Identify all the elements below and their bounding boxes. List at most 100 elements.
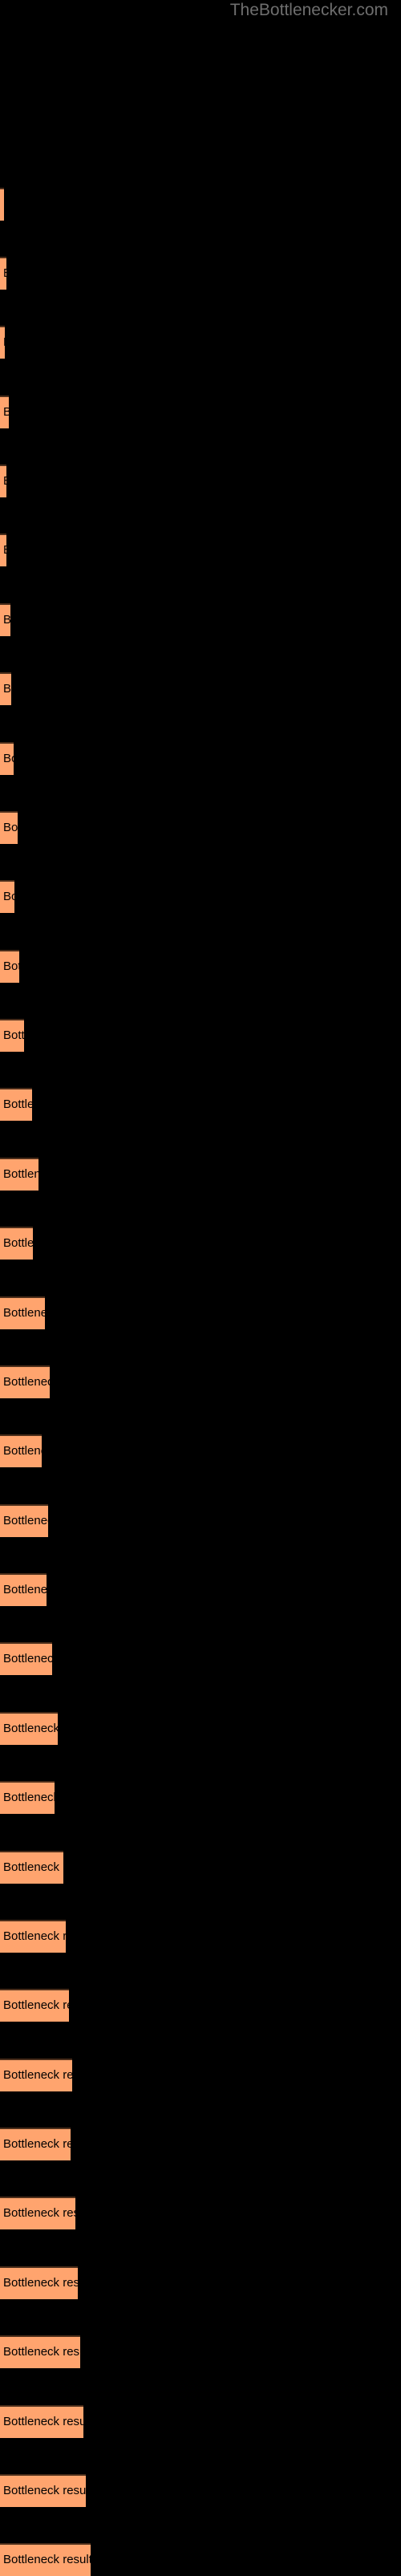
bar-fill[interactable] <box>0 464 6 497</box>
bar-clip: Bottleneck result <box>0 1573 47 1606</box>
bottleneck-bar-chart: Bottleneck result Bottleneck result Bottle… <box>0 0 401 2576</box>
bar-row[interactable]: Bottleneck result <box>0 1158 401 1191</box>
bar-fill[interactable] <box>0 1989 69 2022</box>
bar-clip: Bottleneck result <box>0 1920 66 1953</box>
bar-clip: Bottleneck result <box>0 2128 71 2160</box>
bar-fill[interactable] <box>0 1851 63 1884</box>
bar-fill[interactable] <box>0 1019 24 1052</box>
bar-clip: Bottleneck result <box>0 2405 83 2438</box>
bar-fill[interactable] <box>0 2059 72 2091</box>
bar-clip: Bottleneck result <box>0 2474 86 2507</box>
bar-fill[interactable] <box>0 1365 50 1398</box>
bar-fill[interactable] <box>0 1158 38 1191</box>
bar-fill[interactable] <box>0 1642 52 1675</box>
bar-clip: Bottleneck result <box>0 1296 45 1329</box>
bar-row[interactable]: Bottleneck result <box>0 1920 401 1953</box>
bar-fill[interactable] <box>0 1227 33 1260</box>
bar-clip: Bottleneck result <box>0 2197 75 2229</box>
bar-clip: Bottleneck result <box>0 396 9 428</box>
bar-fill[interactable] <box>0 533 6 566</box>
bar-fill[interactable] <box>0 1434 42 1467</box>
bar-fill[interactable] <box>0 2405 83 2438</box>
bar-row[interactable]: Bottleneck result <box>0 672 401 705</box>
bar-row[interactable]: Bottleneck result <box>0 811 401 844</box>
bar-fill[interactable] <box>0 188 4 221</box>
bar-clip: Bottleneck result <box>0 950 19 983</box>
bar-fill[interactable] <box>0 2335 80 2368</box>
bar-fill[interactable] <box>0 950 19 983</box>
bar-row[interactable]: Bottleneck result <box>0 2543 401 2576</box>
bar-fill[interactable] <box>0 1920 66 1953</box>
bar-fill[interactable] <box>0 2543 91 2576</box>
bar-row[interactable]: Bottleneck result <box>0 1434 401 1467</box>
bar-fill[interactable] <box>0 811 18 844</box>
bar-clip: Bottleneck result <box>0 1712 58 1745</box>
bar-clip: Bottleneck result <box>0 603 10 636</box>
bar-row[interactable]: Bottleneck result <box>0 1851 401 1884</box>
bar-fill[interactable] <box>0 2266 78 2299</box>
bar-clip: Bottleneck result <box>0 2335 80 2368</box>
bar-row[interactable]: Bottleneck result <box>0 1712 401 1745</box>
bar-clip: Bottleneck result <box>0 1019 24 1052</box>
bar-clip: Bottleneck result <box>0 742 14 775</box>
bar-fill[interactable] <box>0 2197 75 2229</box>
bar-clip: Bottleneck result <box>0 880 14 913</box>
bar-clip: Bottleneck result <box>0 464 6 497</box>
bar-fill[interactable] <box>0 1712 58 1745</box>
bar-clip: Bottleneck result <box>0 1642 52 1675</box>
bar-clip: Bottleneck result <box>0 2266 78 2299</box>
bar-row[interactable]: Bottleneck result <box>0 950 401 983</box>
bar-row[interactable]: Bottleneck result <box>0 188 401 221</box>
bar-fill[interactable] <box>0 2128 71 2160</box>
bar-row[interactable]: Bottleneck result <box>0 2266 401 2299</box>
bar-clip: Bottleneck result <box>0 188 4 221</box>
bar-clip: Bottleneck result <box>0 1365 50 1398</box>
bar-row[interactable]: Bottleneck result <box>0 2197 401 2229</box>
bar-clip: Bottleneck result <box>0 257 6 290</box>
bar-fill[interactable] <box>0 326 5 359</box>
bar-row[interactable]: Bottleneck result <box>0 603 401 636</box>
bar-fill[interactable] <box>0 2474 86 2507</box>
bar-fill[interactable] <box>0 672 11 705</box>
bar-row[interactable]: Bottleneck result <box>0 2474 401 2507</box>
bar-fill[interactable] <box>0 1088 32 1121</box>
bar-row[interactable]: Bottleneck result <box>0 464 401 497</box>
bar-row[interactable]: Bottleneck result <box>0 1365 401 1398</box>
bar-row[interactable]: Bottleneck result <box>0 2405 401 2438</box>
bar-row[interactable]: Bottleneck result <box>0 1296 401 1329</box>
bar-row[interactable]: Bottleneck result <box>0 880 401 913</box>
bar-row[interactable]: Bottleneck result <box>0 533 401 566</box>
bar-clip: Bottleneck result <box>0 2543 91 2576</box>
bar-row[interactable]: Bottleneck result <box>0 326 401 359</box>
bar-clip: Bottleneck result <box>0 1434 42 1467</box>
bar-row[interactable]: Bottleneck result <box>0 1088 401 1121</box>
bar-fill[interactable] <box>0 1573 47 1606</box>
bar-row[interactable]: Bottleneck result <box>0 1573 401 1606</box>
bar-fill[interactable] <box>0 880 14 913</box>
bar-fill[interactable] <box>0 396 9 428</box>
bar-clip: Bottleneck result <box>0 1504 48 1537</box>
bar-row[interactable]: Bottleneck result <box>0 2335 401 2368</box>
bar-row[interactable]: Bottleneck result <box>0 1019 401 1052</box>
bar-row[interactable]: Bottleneck result <box>0 396 401 428</box>
bar-row[interactable]: Bottleneck result <box>0 257 401 290</box>
bar-clip: Bottleneck result <box>0 672 11 705</box>
bar-clip: Bottleneck result <box>0 1227 33 1260</box>
bar-row[interactable]: Bottleneck result <box>0 1504 401 1537</box>
bar-fill[interactable] <box>0 1504 48 1537</box>
bar-row[interactable]: Bottleneck result <box>0 2128 401 2160</box>
bar-row[interactable]: Bottleneck result <box>0 1781 401 1814</box>
bar-row[interactable]: Bottleneck result <box>0 1989 401 2022</box>
bar-fill[interactable] <box>0 257 6 290</box>
bar-row[interactable]: Bottleneck result <box>0 1227 401 1260</box>
bar-fill[interactable] <box>0 603 10 636</box>
bar-row[interactable]: Bottleneck result <box>0 2059 401 2091</box>
bar-row[interactable]: Bottleneck result <box>0 1642 401 1675</box>
bar-clip: Bottleneck result <box>0 811 18 844</box>
bar-row[interactable]: Bottleneck result <box>0 742 401 775</box>
bar-clip: Bottleneck result <box>0 2059 72 2091</box>
bar-fill[interactable] <box>0 1296 45 1329</box>
bar-fill[interactable] <box>0 742 14 775</box>
bar-fill[interactable] <box>0 1781 55 1814</box>
bar-clip: Bottleneck result <box>0 1088 32 1121</box>
